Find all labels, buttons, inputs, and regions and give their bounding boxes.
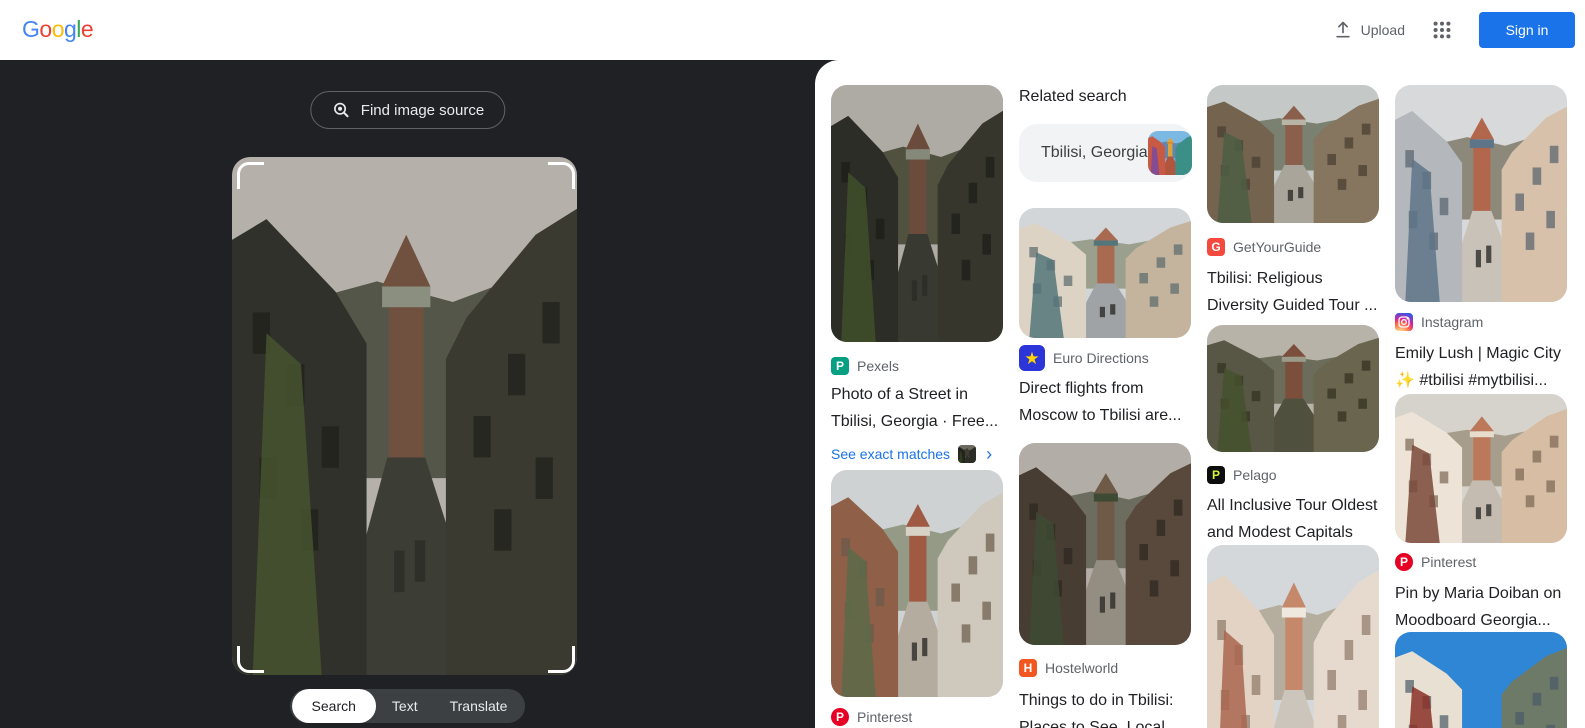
crop-corner-bottom-right[interactable] [548, 646, 575, 673]
hostelworld-favicon: H [1019, 659, 1037, 677]
crop-corner-top-left[interactable] [237, 162, 264, 189]
result-image-blue-sky[interactable] [1395, 632, 1567, 728]
result-source-getyourguide[interactable]: G GetYourGuide [1207, 238, 1379, 256]
getyourguide-favicon: G [1207, 238, 1225, 256]
result-source-pinterest[interactable]: P Pinterest [1395, 553, 1567, 571]
source-name: Instagram [1421, 314, 1484, 330]
source-name: GetYourGuide [1233, 239, 1322, 255]
pinterest-favicon: P [831, 708, 849, 726]
sign-in-button[interactable]: Sign in [1479, 12, 1575, 48]
pelago-favicon: P [1207, 466, 1225, 484]
result-source-hostelworld[interactable]: H Hostelworld [1019, 659, 1191, 677]
query-image[interactable] [232, 157, 577, 675]
find-image-source-button[interactable]: Find image source [309, 91, 506, 129]
result-title-pinterest[interactable]: Pin by Maria Doiban on Moodboard Georgia… [1395, 580, 1567, 634]
tab-translate[interactable]: Translate [434, 689, 524, 723]
result-image-dark-lane[interactable] [1019, 443, 1191, 645]
result-title-instagram[interactable]: Emily Lush | Magic City ✨ #tbilisi #mytb… [1395, 340, 1567, 394]
result-title-getyourguide[interactable]: Tbilisi: Religious Diversity Guided Tour… [1207, 265, 1379, 319]
euro-directions-favicon: ★ [1019, 345, 1045, 371]
result-image-tan-street[interactable] [1395, 394, 1567, 543]
result-image-pexels[interactable] [831, 85, 1003, 342]
result-image-getyourguide[interactable] [1207, 85, 1379, 223]
exact-matches-thumbnail [958, 445, 977, 463]
result-title-euro-directions[interactable]: Direct flights from Moscow to Tbilisi ar… [1019, 375, 1191, 429]
find-image-source-label: Find image source [360, 101, 485, 119]
source-name: Pinterest [857, 709, 913, 725]
result-title-hostelworld[interactable]: Things to do in Tbilisi: Places to See, … [1019, 687, 1191, 728]
chevron-right-icon: › [986, 444, 993, 464]
lens-icon [333, 102, 349, 118]
result-image-sepia-street[interactable] [1207, 325, 1379, 452]
source-name: Pelago [1233, 467, 1277, 483]
result-title-pelago[interactable]: All Inclusive Tour Oldest and Modest Cap… [1207, 492, 1379, 546]
related-search-chip[interactable]: Tbilisi, Georgia [1019, 124, 1192, 182]
source-name: Hostelworld [1045, 660, 1119, 676]
result-image-euro-directions[interactable] [1019, 208, 1191, 338]
google-logo: Google [22, 16, 94, 42]
pinterest-favicon: P [1395, 553, 1413, 571]
lens-mode-tabs: Search Text Translate [289, 689, 526, 723]
upload-label: Upload [1360, 22, 1405, 38]
crop-corner-bottom-left[interactable] [237, 646, 264, 673]
tab-text[interactable]: Text [376, 689, 434, 723]
source-name: Euro Directions [1053, 350, 1149, 366]
result-image-instagram[interactable] [1395, 85, 1567, 302]
result-title-pexels[interactable]: Photo of a Street in Tbilisi, Georgia · … [831, 381, 1003, 435]
pexels-favicon: P [831, 357, 849, 375]
result-source-instagram[interactable]: Instagram [1395, 313, 1567, 331]
related-search-heading: Related search [1019, 88, 1127, 105]
top-bar: Google Upload Sign in [0, 0, 1585, 60]
source-name: Pinterest [1421, 554, 1477, 570]
see-exact-matches-link[interactable]: See exact matches › [831, 445, 1003, 463]
source-name: Pexels [857, 358, 900, 374]
chip-thumbnail [1147, 131, 1192, 175]
crop-corner-top-right[interactable] [548, 162, 575, 189]
chip-label: Tbilisi, Georgia [1041, 144, 1148, 161]
instagram-favicon [1395, 313, 1413, 331]
result-source-euro-directions[interactable]: ★ Euro Directions [1019, 345, 1191, 371]
results-panel: P Pexels Photo of a Street in Tbilisi, G… [815, 60, 1585, 728]
result-source-pinterest-col1[interactable]: P Pinterest [831, 708, 1003, 726]
result-image-daylight-street[interactable] [831, 470, 1003, 697]
result-source-pelago[interactable]: P Pelago [1207, 466, 1379, 484]
upload-button[interactable]: Upload [1333, 20, 1405, 40]
apps-grid-icon[interactable] [1431, 19, 1453, 41]
upload-icon [1335, 21, 1350, 38]
tab-search[interactable]: Search [291, 689, 376, 723]
result-source-pexels[interactable]: P Pexels [831, 357, 1003, 375]
result-image-pale-street[interactable] [1207, 545, 1379, 728]
